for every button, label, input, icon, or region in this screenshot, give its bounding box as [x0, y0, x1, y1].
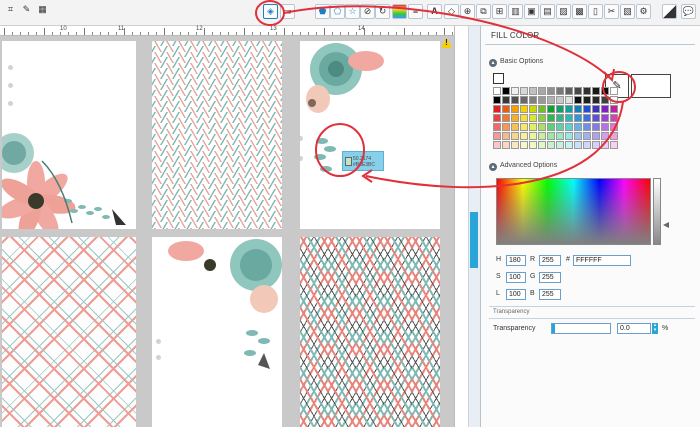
annotation-overlay: [255, 0, 636, 189]
